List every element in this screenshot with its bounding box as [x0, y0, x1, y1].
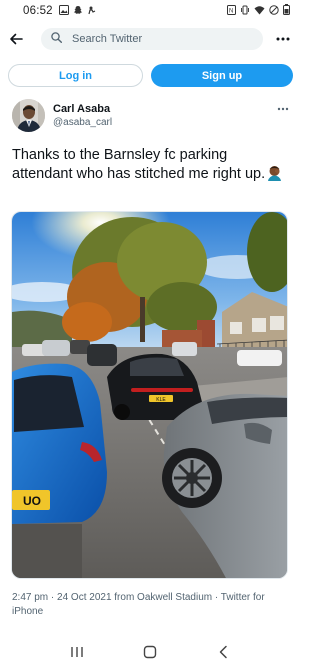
status-time: 06:52: [23, 5, 53, 17]
back-icon[interactable]: [213, 642, 233, 662]
author-names: Carl Asaba @asaba_carl: [53, 102, 112, 129]
home-icon[interactable]: [140, 642, 160, 662]
nfc-icon: N: [227, 4, 236, 18]
login-button[interactable]: Log in: [8, 64, 143, 87]
tweet-body: Thanks to the Barnsley fc parking attend…: [12, 147, 266, 182]
svg-text:N: N: [229, 8, 233, 14]
avatar[interactable]: [12, 99, 45, 132]
battery-icon: [283, 4, 290, 18]
image-icon: [58, 4, 69, 18]
status-bar: 06:52 N: [0, 0, 300, 22]
status-right: N: [227, 4, 290, 18]
top-bar: [0, 25, 300, 53]
auth-buttons: Log in Sign up: [8, 64, 293, 87]
more-horizontal-icon[interactable]: [276, 105, 290, 113]
notification-icon: [87, 5, 97, 18]
vibrate-icon: [240, 5, 250, 18]
tweet-text: Thanks to the Barnsley fc parking attend…: [12, 146, 287, 184]
search-box[interactable]: [41, 28, 263, 50]
signup-button[interactable]: Sign up: [151, 64, 293, 87]
wifi-icon: [254, 5, 265, 18]
snapchat-icon: [73, 5, 83, 18]
plate-left: UO: [23, 494, 41, 508]
arrow-left-icon[interactable]: [6, 29, 26, 49]
system-nav-bar: [0, 636, 300, 667]
more-horizontal-icon[interactable]: [275, 33, 291, 45]
recent-apps-icon[interactable]: [67, 642, 87, 662]
tweet-image[interactable]: KLE UO: [11, 211, 288, 579]
handle[interactable]: @asaba_carl: [53, 116, 112, 129]
tweet-author: Carl Asaba @asaba_carl: [12, 99, 290, 133]
display-name[interactable]: Carl Asaba: [53, 102, 112, 116]
plate-right: KLE: [156, 397, 166, 403]
facepalm-emoji: [267, 165, 282, 181]
search-input[interactable]: [72, 33, 232, 45]
tweet-meta: 2:47 pm · 24 Oct 2021 from Oakwell Stadi…: [12, 592, 265, 617]
status-left: 06:52: [23, 4, 97, 18]
search-icon: [51, 30, 62, 48]
do-not-disturb-icon: [269, 4, 279, 18]
